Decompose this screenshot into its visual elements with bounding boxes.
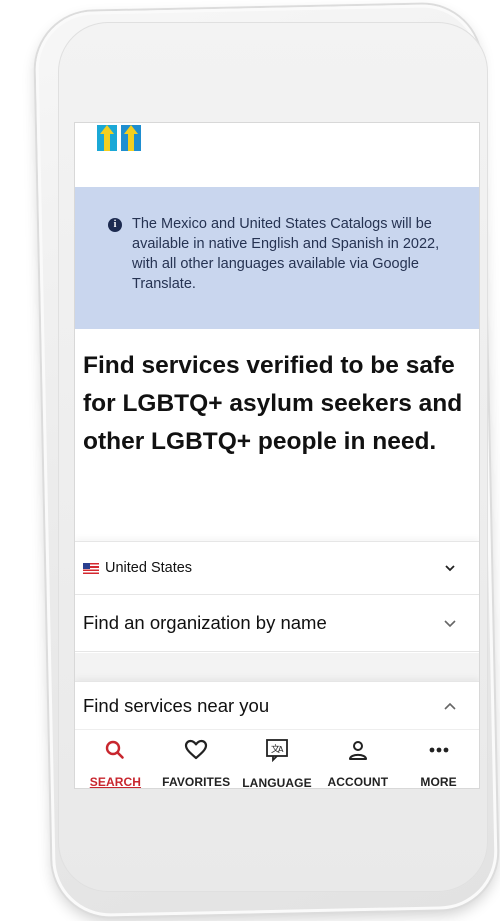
tab-language[interactable]: 文A LANGUAGE [237, 730, 318, 788]
section-divider [75, 653, 479, 681]
heart-icon [184, 738, 208, 761]
app-screen: i The Mexico and United States Catalogs … [75, 123, 479, 788]
app-logo[interactable] [97, 125, 141, 155]
find-organization-label: Find an organization by name [83, 612, 327, 633]
person-icon [347, 738, 369, 761]
bottom-tab-bar: SEARCH FAVORITES 文A LANGUAGE ACCOUNT MOR… [75, 729, 479, 788]
chevron-up-icon [444, 702, 456, 710]
tab-label: MORE [420, 775, 457, 788]
logo-arrow-right [121, 125, 141, 151]
translate-icon: 文A [265, 738, 289, 762]
chevron-down-icon [444, 620, 456, 628]
tab-label: FAVORITES [162, 775, 231, 788]
info-icon: i [108, 218, 122, 232]
svg-text:A: A [278, 745, 284, 754]
tab-search[interactable]: SEARCH [75, 730, 156, 788]
services-near-accordion[interactable]: Find services near you [75, 681, 479, 729]
info-banner-text: The Mexico and United States Catalogs wi… [132, 216, 440, 292]
find-organization-accordion[interactable]: Find an organization by name [75, 594, 479, 652]
tab-favorites[interactable]: FAVORITES [156, 730, 237, 788]
tab-label: SEARCH [89, 775, 142, 788]
us-flag-icon [83, 562, 99, 574]
tab-more[interactable]: MORE [398, 730, 479, 788]
country-select-value: United States [83, 560, 192, 576]
tab-label: ACCOUNT [327, 775, 389, 788]
country-name: United States [105, 560, 193, 576]
tab-account[interactable]: ACCOUNT [317, 730, 398, 788]
page-title: Find services verified to be safe for LG… [83, 352, 463, 455]
services-near-label: Find services near you [83, 694, 270, 716]
tab-label: LANGUAGE [242, 776, 312, 788]
country-select[interactable]: United States [75, 541, 479, 595]
logo-arrow-left [97, 125, 117, 151]
chevron-down-icon [445, 565, 455, 572]
search-icon [104, 738, 126, 761]
more-icon [428, 738, 450, 761]
